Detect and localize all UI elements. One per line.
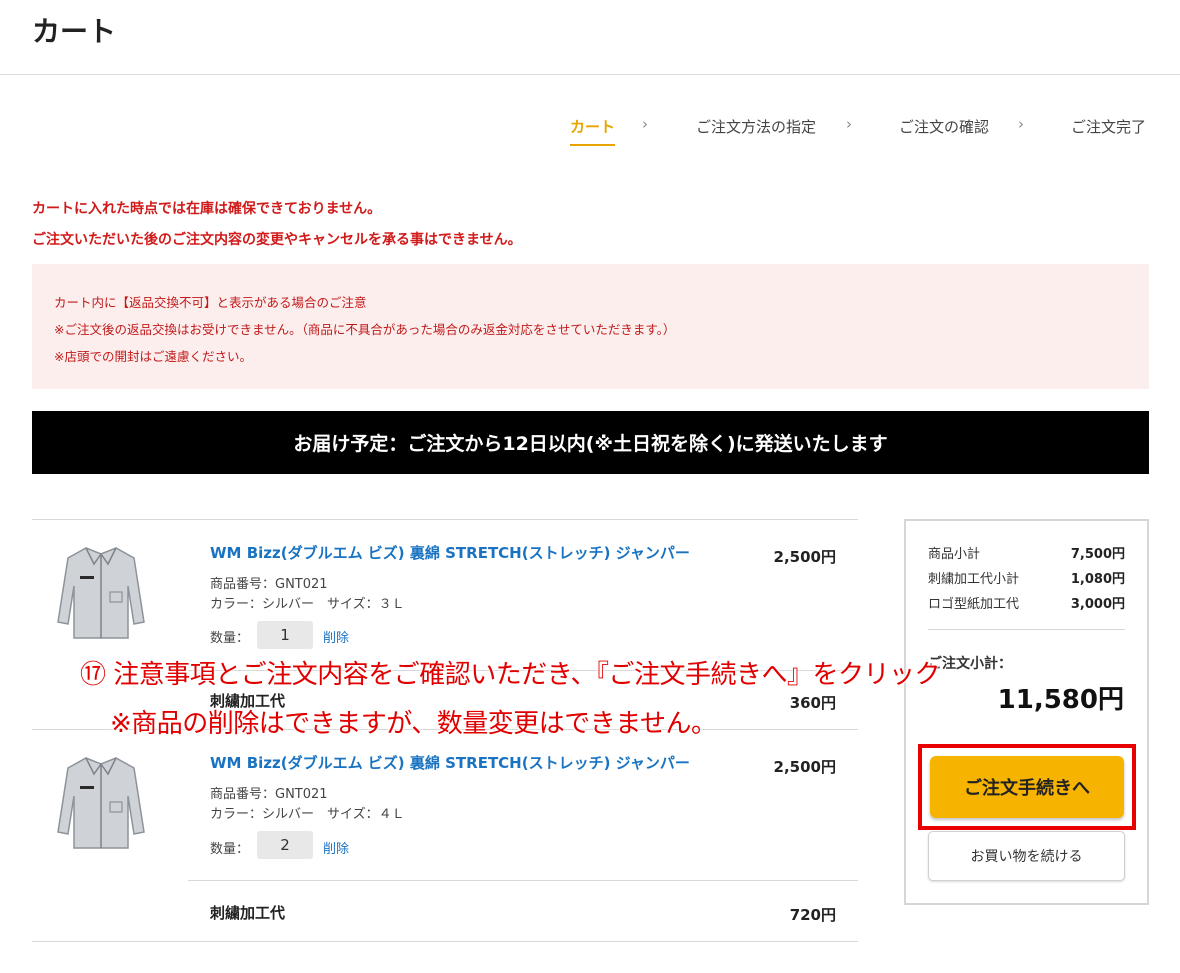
cart-item: WM Bizz(ダブルエム ビズ) 裏綿 STRETCH(ストレッチ) ジャンパ… [32, 730, 858, 942]
divider [188, 880, 858, 881]
checkout-steps: カート › ご注文方法の指定 › ご注文の確認 › ご注文完了 [570, 115, 1150, 148]
page-title: カート [32, 15, 117, 48]
item-price: 2,500円 [773, 758, 836, 776]
product-name-link[interactable]: WM Bizz(ダブルエム ビズ) 裏綿 STRETCH(ストレッチ) ジャンパ… [210, 752, 690, 773]
chevron-right-icon: › [642, 115, 648, 133]
step-order-complete: ご注文完了 [1071, 118, 1147, 136]
page-header: カート [0, 0, 1180, 75]
product-name-link[interactable]: WM Bizz(ダブルエム ビズ) 裏綿 STRETCH(ストレッチ) ジャンパ… [210, 542, 690, 563]
chevron-right-icon: › [846, 115, 852, 133]
total-label: ご注文小計： [928, 656, 1012, 672]
return-notice-line: ※店頭での開封はご遠慮ください。 [54, 349, 252, 364]
order-summary: 商品小計 7,500円 刺繍加工代小計 1,080円 ロゴ型紙加工代 3,000… [904, 519, 1149, 905]
quantity-display: 2 [257, 831, 313, 859]
cart-item: WM Bizz(ダブルエム ビズ) 裏綿 STRETCH(ストレッチ) ジャンパ… [32, 520, 858, 730]
item-price: 2,500円 [773, 548, 836, 566]
embroidery-fee-label: 刺繍加工代 [210, 904, 286, 922]
summary-row: 商品小計 7,500円 [928, 543, 1125, 562]
checkout-button[interactable]: ご注文手続きへ [930, 756, 1124, 818]
total-value: 11,580円 [997, 685, 1124, 715]
product-code: 商品番号：GNT021 [210, 577, 328, 592]
jacket-product-image[interactable] [56, 542, 146, 642]
jacket-product-image[interactable] [56, 752, 146, 852]
embroidery-fee-price: 720円 [789, 906, 836, 924]
quantity-label: 数量： [210, 631, 250, 646]
return-notice-box: カート内に【返品交換不可】と表示がある場合のご注意 ※ご注文後の返品交換はお受け… [32, 264, 1149, 389]
delivery-banner: お届け予定：ご注文から12日以内(※土日祝を除く)に発送いたします [32, 411, 1149, 474]
step-order-confirm: ご注文の確認 [899, 118, 990, 136]
summary-label: ロゴ型紙加工代 [928, 597, 1020, 612]
instruction-annotation-note: ※商品の削除はできますが、数量変更はできません。 [110, 709, 717, 739]
delete-item-link[interactable]: 削除 [323, 838, 349, 857]
summary-value: 7,500円 [1070, 547, 1125, 562]
summary-row: ロゴ型紙加工代 3,000円 [928, 593, 1125, 612]
divider [32, 941, 858, 942]
product-code: 商品番号：GNT021 [210, 787, 328, 802]
checkout-highlight-frame: ご注文手続きへ [918, 744, 1136, 830]
step-order-method: ご注文方法の指定 [696, 118, 817, 136]
summary-row: 刺繍加工代小計 1,080円 [928, 568, 1125, 587]
divider [928, 629, 1125, 630]
product-color-size: カラー：シルバー サイズ：３Ｌ [210, 597, 405, 612]
return-notice-line: ※ご注文後の返品交換はお受けできません。（商品に不具合があった場合のみ返金対応を… [54, 322, 676, 337]
stock-notice: カートに入れた時点では在庫は確保できておりません。 [32, 201, 382, 217]
summary-value: 1,080円 [1070, 572, 1125, 587]
product-color-size: カラー：シルバー サイズ：４Ｌ [210, 807, 405, 822]
embroidery-fee-price: 360円 [789, 694, 836, 712]
cancel-notice: ご注文いただいた後のご注文内容の変更やキャンセルを承る事はできません。 [32, 232, 522, 248]
instruction-annotation: ⑰ 注意事項とご注文内容をご確認いただき、『ご注文手続きへ』をクリック [80, 660, 940, 690]
return-notice-title: カート内に【返品交換不可】と表示がある場合のご注意 [54, 295, 367, 310]
chevron-right-icon: › [1018, 115, 1024, 133]
summary-label: 商品小計 [928, 547, 981, 562]
quantity-label: 数量： [210, 842, 250, 857]
summary-label: 刺繍加工代小計 [928, 572, 1020, 587]
delete-item-link[interactable]: 削除 [323, 627, 349, 646]
step-cart: カート [570, 116, 616, 146]
summary-value: 3,000円 [1070, 597, 1125, 612]
quantity-display: 1 [257, 621, 313, 649]
continue-shopping-button[interactable]: お買い物を続ける [928, 831, 1125, 881]
